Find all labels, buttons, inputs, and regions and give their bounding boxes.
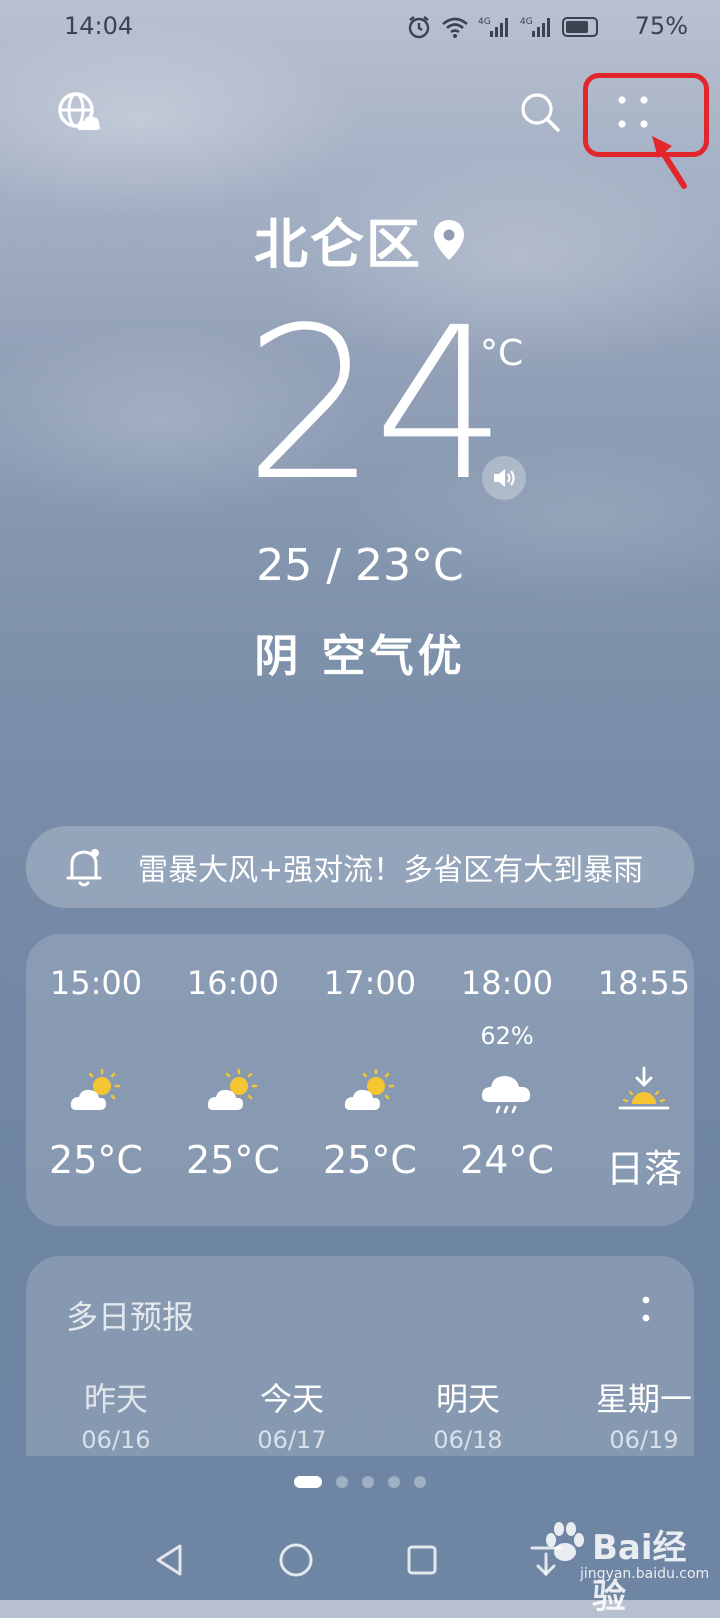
day-date: 06/18 (433, 1426, 503, 1454)
partly-cloudy-icon (207, 1068, 258, 1110)
hourly-item: 18:55 日落 (574, 934, 694, 1226)
current-temperature: 24 (244, 282, 507, 527)
hourly-forecast-card[interactable]: 15:00 25°C 16:00 25°C 17:00 25°C 18:00 6… (26, 934, 694, 1226)
pager-dot[interactable] (414, 1476, 426, 1488)
globe-cloud-icon (58, 92, 100, 130)
nav-home-button[interactable] (276, 1540, 316, 1580)
rain-cloud-icon (481, 1076, 531, 1114)
status-time: 14:04 (64, 12, 134, 40)
city-pager-dots[interactable] (0, 1476, 720, 1488)
nav-recents-button[interactable] (402, 1540, 442, 1580)
temperature-range: 25 / 23°C (256, 540, 464, 591)
partly-cloudy-icon (344, 1068, 395, 1110)
day-date: 06/17 (257, 1426, 327, 1454)
network-type-label: 4G (520, 17, 533, 27)
hour-temperature: 日落 (605, 1147, 682, 1191)
hour-time: 18:55 (597, 964, 691, 1002)
multi-day-more-button[interactable] (634, 1288, 658, 1332)
weather-condition: 阴 空气优 (254, 631, 466, 682)
status-icons: 4G 4G (406, 14, 598, 40)
hour-time: 18:00 (460, 964, 554, 1002)
day-name: 明天 (435, 1380, 500, 1418)
hour-temperature: 25°C (186, 1138, 280, 1182)
nav-back-button[interactable] (150, 1540, 190, 1580)
signal-icon-1: 4G (478, 17, 508, 37)
signal-icon-2: 4G (520, 17, 550, 37)
location-header[interactable]: 北仑区 (0, 200, 720, 279)
day-date: 06/16 (81, 1426, 151, 1454)
multi-day-title: 多日预报 (66, 1298, 195, 1336)
hourly-item: 18:00 62% 24°C (437, 934, 577, 1226)
city-manage-button[interactable] (56, 90, 102, 136)
search-button[interactable] (518, 90, 562, 134)
day-name: 今天 (259, 1380, 324, 1418)
day-item[interactable]: 今天 06/17 (202, 1374, 382, 1454)
location-name: 北仑区 (254, 213, 422, 276)
pager-dot[interactable] (336, 1476, 348, 1488)
hourly-item: 17:00 25°C (300, 934, 440, 1226)
day-name: 星期一 (595, 1380, 692, 1418)
day-item[interactable]: 昨天 06/16 (26, 1374, 206, 1454)
pager-dot[interactable] (362, 1476, 374, 1488)
hour-precip-chance: 62% (480, 1022, 534, 1050)
day-date: 06/19 (609, 1426, 679, 1454)
day-name: 昨天 (83, 1380, 148, 1418)
temperature-unit: °C (480, 333, 524, 374)
pager-dot[interactable] (388, 1476, 400, 1488)
hourly-item: 15:00 25°C (26, 934, 166, 1226)
pager-dot-active[interactable] (294, 1476, 322, 1488)
day-item[interactable]: 星期一 06/19 (554, 1374, 694, 1454)
hourly-item: 16:00 25°C (163, 934, 303, 1226)
paw-logo-icon (546, 1522, 584, 1561)
network-type-label: 4G (478, 17, 491, 27)
hour-time: 15:00 (49, 964, 143, 1002)
vertical-dots-icon (642, 1296, 650, 1322)
speaker-icon (494, 469, 515, 487)
wifi-icon (442, 17, 468, 38)
recents-square-icon (407, 1545, 437, 1575)
weather-alert-banner[interactable]: 雷暴大风+强对流！多省区有大到暴雨 (26, 826, 694, 908)
annotation-arrow-icon (652, 136, 687, 189)
hour-temperature: 25°C (323, 1138, 417, 1182)
sunset-icon (618, 1066, 670, 1110)
alarm-icon (408, 16, 430, 39)
hour-temperature: 24°C (460, 1138, 554, 1182)
hour-time: 17:00 (323, 964, 417, 1002)
multi-day-forecast-card[interactable]: 多日预报 昨天 06/16 今天 06/17 明天 06/18 星期一 06/1… (26, 1256, 694, 1456)
battery-percent: 75% (634, 12, 688, 40)
baidu-jingyan-watermark: Bai经验 jingyan.baidu.com (540, 1514, 710, 1617)
back-triangle-icon (156, 1544, 182, 1576)
bell-alert-icon (66, 849, 102, 887)
hour-temperature: 25°C (49, 1138, 143, 1182)
hour-time: 16:00 (186, 964, 280, 1002)
watermark-url: jingyan.baidu.com (580, 1566, 710, 1582)
search-icon (521, 93, 560, 132)
partly-cloudy-icon (70, 1068, 121, 1110)
battery-icon (562, 17, 598, 37)
location-pin-icon (434, 219, 464, 260)
home-circle-icon (279, 1543, 313, 1577)
alert-text: 雷暴大风+强对流！多省区有大到暴雨 (138, 853, 644, 888)
day-item[interactable]: 明天 06/18 (378, 1374, 558, 1454)
voice-broadcast-button[interactable] (482, 456, 526, 500)
